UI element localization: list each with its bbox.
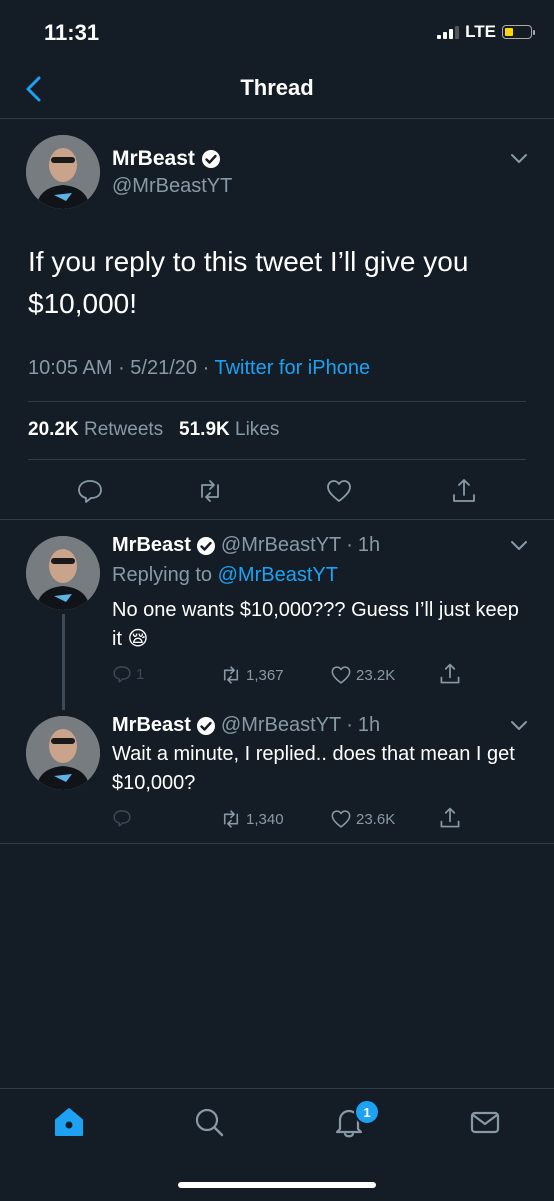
like-action[interactable]: 23.2K bbox=[330, 664, 395, 686]
author-handle[interactable]: @MrBeastYT bbox=[112, 175, 232, 198]
tweet-age: 1h bbox=[357, 714, 381, 736]
status-bar: 11:31 LTE bbox=[0, 0, 554, 60]
author-name-text: MrBeast bbox=[112, 147, 195, 170]
retweets-stat[interactable]: 20.2K Retweets bbox=[28, 419, 163, 440]
retweets-count: 20.2K bbox=[28, 419, 79, 440]
author-handle[interactable]: @MrBeastYT bbox=[221, 714, 341, 737]
likes-stat[interactable]: 51.9K Likes bbox=[179, 419, 279, 440]
chevron-down-icon[interactable] bbox=[510, 540, 528, 552]
like-action[interactable]: 23.6K bbox=[330, 808, 395, 830]
author-name[interactable]: MrBeast bbox=[112, 534, 191, 557]
avatar[interactable] bbox=[26, 716, 100, 790]
search-icon[interactable] bbox=[192, 1105, 226, 1139]
battery-icon bbox=[502, 25, 535, 39]
verified-badge-icon bbox=[196, 536, 215, 555]
reply-count: 1 bbox=[136, 665, 145, 683]
chevron-down-icon[interactable] bbox=[510, 153, 528, 165]
heart-icon[interactable] bbox=[325, 477, 353, 505]
avatar[interactable] bbox=[26, 135, 100, 209]
home-indicator[interactable] bbox=[178, 1182, 376, 1188]
thread-line bbox=[62, 614, 65, 710]
share-icon bbox=[440, 807, 460, 828]
retweets-label: Retweets bbox=[83, 419, 164, 440]
divider bbox=[0, 843, 554, 844]
home-icon[interactable] bbox=[52, 1105, 86, 1139]
reply-icon[interactable] bbox=[76, 477, 104, 505]
tweet-source-link[interactable]: Twitter for iPhone bbox=[214, 357, 370, 379]
mail-icon[interactable] bbox=[468, 1105, 502, 1139]
reply-icon bbox=[113, 810, 131, 827]
reply-action[interactable]: 1 bbox=[112, 664, 144, 684]
like-count: 23.6K bbox=[356, 810, 396, 828]
tweet-age: 1h bbox=[357, 534, 381, 556]
author-name[interactable]: MrBeast bbox=[112, 714, 191, 737]
retweet-icon[interactable] bbox=[196, 477, 224, 505]
tweet-actions: 1,340 23.6K bbox=[112, 804, 522, 834]
retweet-icon bbox=[223, 810, 239, 828]
heart-icon bbox=[331, 810, 351, 828]
retweet-count: 1,340 bbox=[246, 810, 284, 828]
reply-tweet[interactable]: MrBeast @MrBeastYT · 1h Replying to @MrBea… bbox=[0, 520, 554, 710]
reply-tweet[interactable]: MrBeast @MrBeastYT · 1h Wait a minute, I r… bbox=[0, 700, 554, 842]
retweet-action[interactable]: 1,340 bbox=[220, 808, 284, 830]
likes-label: Likes bbox=[235, 419, 280, 440]
divider bbox=[28, 459, 526, 460]
share-action[interactable] bbox=[438, 806, 462, 830]
share-icon[interactable] bbox=[450, 477, 478, 505]
notification-badge: 1 bbox=[354, 1099, 380, 1125]
verified-badge-icon bbox=[201, 150, 220, 168]
page-title: Thread bbox=[240, 75, 314, 100]
tweet-time: 10:05 AM bbox=[28, 357, 113, 379]
verified-badge-icon bbox=[196, 716, 215, 735]
tweet-stats: 20.2K Retweets 51.9K Likes bbox=[28, 419, 279, 441]
tweet-text: Wait a minute, I replied.. does that mea… bbox=[112, 743, 515, 794]
tweet-text: If you reply to this tweet I’ll give you… bbox=[28, 246, 469, 319]
tweet-text: No one wants $10,000??? Guess I’ll just … bbox=[112, 599, 519, 650]
retweet-icon bbox=[223, 666, 239, 684]
avatar-image bbox=[26, 135, 100, 209]
signal-icon bbox=[437, 25, 460, 39]
share-icon bbox=[440, 663, 460, 684]
status-indicators: LTE bbox=[437, 22, 535, 42]
tweet-meta: 10:05 AM · 5/21/20 · Twitter for iPhone bbox=[28, 357, 371, 379]
likes-count: 51.9K bbox=[179, 419, 230, 440]
like-count: 23.2K bbox=[356, 666, 396, 684]
main-tweet: MrBeast @MrBeastYT If you reply to this … bbox=[0, 119, 554, 520]
status-time: 11:31 bbox=[44, 20, 100, 45]
avatar[interactable] bbox=[26, 536, 100, 610]
retweet-count: 1,367 bbox=[246, 666, 284, 684]
reply-header: MrBeast @MrBeastYT · 1h bbox=[112, 714, 381, 737]
network-label: LTE bbox=[465, 22, 496, 41]
tweet-actions: 1 1,367 23.2K bbox=[112, 660, 522, 690]
replying-to-handle[interactable]: @MrBeastYT bbox=[218, 564, 338, 586]
chevron-down-icon[interactable] bbox=[510, 720, 528, 732]
replying-to: Replying to @MrBeastYT bbox=[112, 564, 338, 587]
nav-bar: Thread bbox=[0, 60, 554, 119]
retweet-action[interactable]: 1,367 bbox=[220, 664, 284, 686]
reply-action[interactable] bbox=[112, 808, 132, 828]
author-name[interactable]: MrBeast bbox=[112, 147, 221, 171]
heart-icon bbox=[331, 666, 351, 684]
avatar-image bbox=[26, 716, 100, 790]
author-handle[interactable]: @MrBeastYT bbox=[221, 534, 341, 557]
replying-to-label: Replying to bbox=[112, 564, 213, 586]
avatar-image bbox=[26, 536, 100, 610]
reply-header: MrBeast @MrBeastYT · 1h bbox=[112, 534, 381, 557]
divider bbox=[28, 401, 526, 402]
tweet-actions bbox=[0, 469, 554, 513]
battery-level bbox=[505, 28, 513, 36]
share-action[interactable] bbox=[438, 662, 462, 686]
tweet-date: 5/21/20 bbox=[130, 357, 198, 379]
reply-icon bbox=[113, 666, 131, 683]
